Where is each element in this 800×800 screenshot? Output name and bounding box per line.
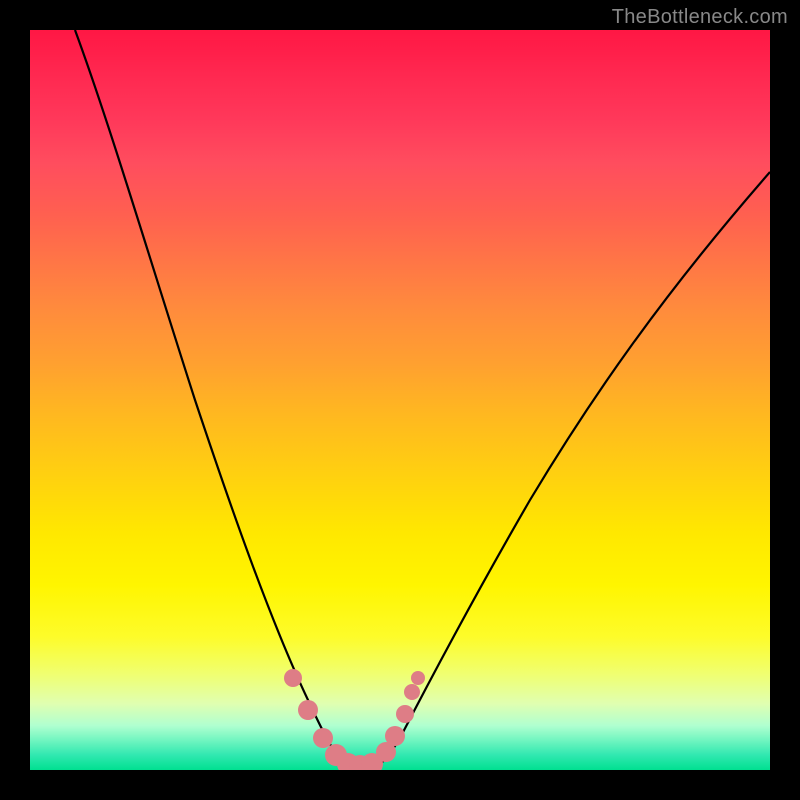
fit-marker: [411, 671, 425, 685]
fit-marker: [385, 726, 405, 746]
bottleneck-curve: [75, 30, 770, 770]
fit-marker: [404, 684, 420, 700]
chart-svg: [30, 30, 770, 770]
fit-marker: [313, 728, 333, 748]
fit-marker: [284, 669, 302, 687]
fit-marker: [298, 700, 318, 720]
watermark-text: TheBottleneck.com: [612, 6, 788, 29]
fit-marker: [396, 705, 414, 723]
fit-markers-group: [284, 669, 425, 770]
